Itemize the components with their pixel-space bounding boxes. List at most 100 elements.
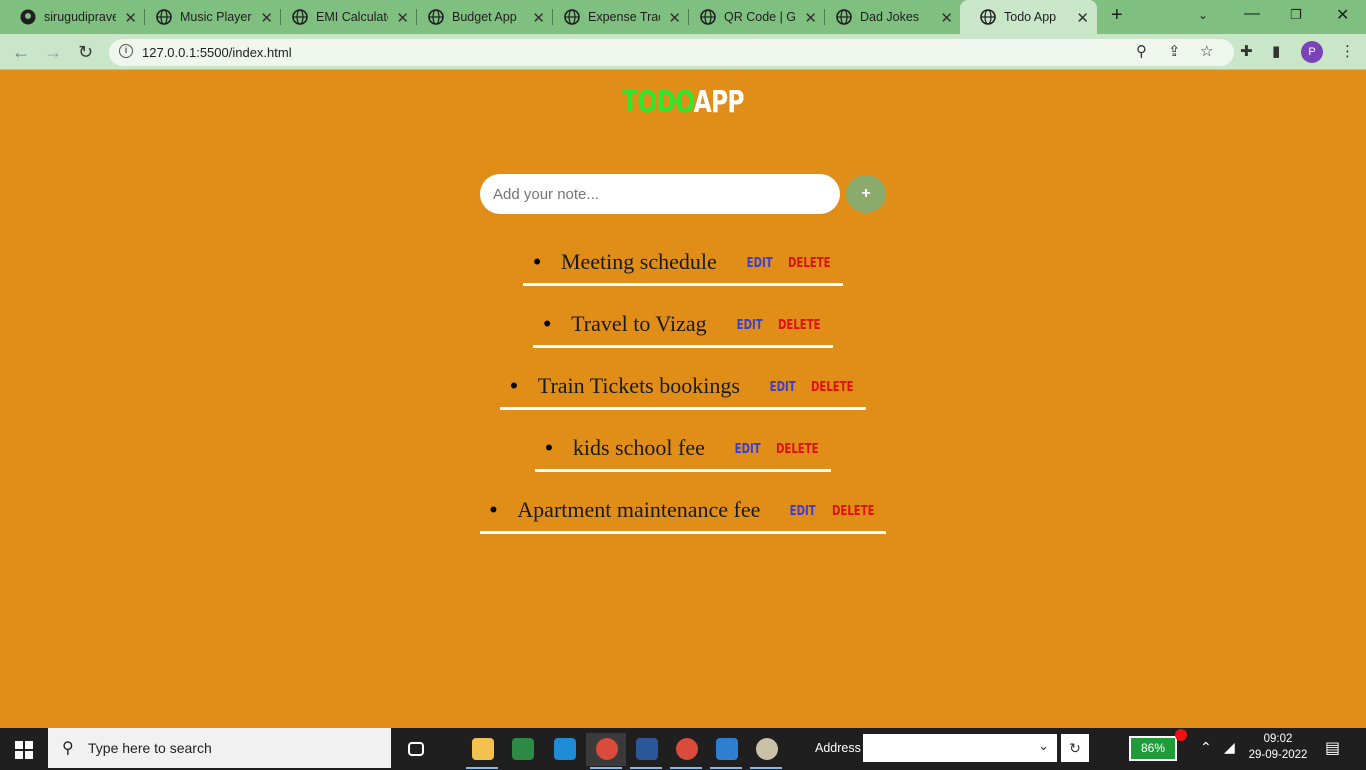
edit-button[interactable]: EDIT bbox=[736, 310, 762, 340]
todo-row: • Travel to Vizag EDIT DELETE bbox=[0, 304, 1366, 366]
note-input[interactable] bbox=[480, 174, 840, 214]
list-item: • kids school fee EDIT DELETE bbox=[535, 428, 831, 472]
chrome-icon bbox=[676, 738, 698, 760]
app-title: TODOAPP bbox=[150, 85, 1215, 120]
globe-icon bbox=[564, 9, 580, 25]
add-note-button[interactable]: + bbox=[846, 175, 886, 213]
bullet-icon: • bbox=[545, 435, 553, 460]
minimize-icon[interactable]: — bbox=[1244, 5, 1260, 23]
address-bar[interactable]: i 127.0.0.1:5500/index.html bbox=[109, 39, 1234, 66]
tab-title: Dad Jokes bbox=[860, 10, 920, 24]
globe-icon bbox=[292, 9, 308, 25]
tab-title: Music Player bbox=[180, 10, 252, 24]
delete-button[interactable]: DELETE bbox=[778, 310, 821, 340]
zoom-icon[interactable]: ⚲ bbox=[1136, 42, 1147, 60]
extensions-icon[interactable]: ✚ bbox=[1240, 42, 1253, 60]
restore-icon[interactable]: ❐ bbox=[1290, 7, 1302, 23]
tab-todo-app[interactable]: Todo App ✕ bbox=[960, 0, 1097, 34]
taskbar-excel[interactable] bbox=[502, 733, 542, 766]
site-info-icon[interactable]: i bbox=[119, 44, 133, 58]
app-title-todo: TODO bbox=[622, 85, 694, 120]
list-item: • Meeting schedule EDIT DELETE bbox=[523, 242, 843, 286]
bullet-icon: • bbox=[543, 311, 552, 336]
side-panel-icon[interactable]: ▮ bbox=[1272, 42, 1280, 60]
bullet-icon: • bbox=[533, 249, 541, 274]
bookmark-star-icon[interactable]: ☆ bbox=[1200, 42, 1213, 60]
taskbar-photos[interactable] bbox=[706, 733, 746, 769]
chrome-icon bbox=[596, 738, 618, 760]
folder-icon bbox=[472, 738, 494, 760]
delete-button[interactable]: DELETE bbox=[832, 496, 875, 526]
forward-icon[interactable]: → bbox=[44, 42, 62, 63]
profile-avatar[interactable]: P bbox=[1301, 41, 1323, 63]
todo-text: Apartment maintenance fee bbox=[517, 497, 761, 522]
tab-github[interactable]: sirugudipraveen ✕ bbox=[0, 0, 145, 34]
tab-title: sirugudipraveen bbox=[44, 10, 116, 24]
tab-title: Budget App bbox=[452, 10, 517, 24]
battery-alert-icon bbox=[1175, 729, 1187, 741]
globe-icon bbox=[836, 9, 852, 25]
chevron-down-icon[interactable]: ⌄ bbox=[1038, 738, 1049, 754]
todo-text: Train Tickets bookings bbox=[537, 373, 740, 398]
tab-expense-tracker[interactable]: Expense Tracker ✕ bbox=[544, 0, 689, 34]
delete-button[interactable]: DELETE bbox=[776, 434, 819, 464]
taskbar-chrome-active[interactable] bbox=[586, 733, 626, 769]
taskbar-vscode[interactable] bbox=[544, 733, 584, 766]
globe-icon bbox=[980, 9, 996, 25]
github-icon bbox=[20, 9, 36, 25]
new-tab-icon[interactable]: + bbox=[1111, 4, 1123, 27]
taskbar-file-explorer[interactable] bbox=[462, 733, 502, 769]
globe-icon bbox=[428, 9, 444, 25]
bullet-icon: • bbox=[510, 373, 518, 398]
todo-row: • Train Tickets bookings EDIT DELETE bbox=[0, 366, 1366, 428]
battery-indicator[interactable]: 86% bbox=[1129, 736, 1177, 761]
share-icon[interactable]: ⇪ bbox=[1168, 42, 1181, 60]
taskbar-word[interactable] bbox=[626, 733, 666, 769]
tab-title: EMI Calculator bbox=[316, 10, 388, 24]
browser-tab-strip: sirugudipraveen ✕ Music Player ✕ EMI Cal… bbox=[0, 0, 1366, 34]
windows-start-icon[interactable] bbox=[15, 741, 33, 759]
list-item: • Travel to Vizag EDIT DELETE bbox=[533, 304, 833, 348]
edit-button[interactable]: EDIT bbox=[735, 434, 761, 464]
taskbar-chrome-profile[interactable] bbox=[666, 733, 706, 769]
back-icon[interactable]: ← bbox=[12, 42, 30, 63]
tab-budget-app[interactable]: Budget App ✕ bbox=[408, 0, 553, 34]
address-toolbar-input[interactable]: ⌄ bbox=[863, 734, 1057, 762]
bullet-icon: • bbox=[489, 497, 498, 522]
todo-text: kids school fee bbox=[572, 435, 705, 460]
close-window-icon[interactable]: ✕ bbox=[1336, 5, 1349, 25]
delete-button[interactable]: DELETE bbox=[788, 248, 831, 278]
notifications-icon[interactable]: ▤ bbox=[1325, 738, 1340, 758]
close-icon[interactable]: ✕ bbox=[940, 9, 953, 27]
url-text[interactable]: 127.0.0.1:5500/index.html bbox=[142, 45, 292, 60]
taskbar-paint[interactable] bbox=[746, 733, 786, 769]
todo-row: • Meeting schedule EDIT DELETE bbox=[0, 242, 1366, 304]
chevron-up-icon[interactable]: ⌃ bbox=[1200, 739, 1212, 756]
spreadsheet-icon bbox=[512, 738, 534, 760]
search-placeholder: Type here to search bbox=[88, 740, 212, 756]
delete-button[interactable]: DELETE bbox=[811, 372, 854, 402]
todo-app-page: TODOAPP + • Meeting schedule EDIT DELETE… bbox=[0, 71, 1366, 728]
todo-text: Meeting schedule bbox=[560, 249, 717, 274]
tab-dad-jokes[interactable]: Dad Jokes ✕ bbox=[816, 0, 961, 34]
tab-search-icon[interactable]: ⌄ bbox=[1198, 8, 1208, 22]
edit-button[interactable]: EDIT bbox=[770, 372, 796, 402]
app-title-app: APP bbox=[693, 85, 745, 120]
clock[interactable]: 09:02 29-09-2022 bbox=[1244, 731, 1312, 763]
tab-music-player[interactable]: Music Player ✕ bbox=[136, 0, 281, 34]
menu-icon[interactable]: ⋮ bbox=[1340, 42, 1355, 60]
tab-emi-calculator[interactable]: EMI Calculator ✕ bbox=[272, 0, 417, 34]
edit-button[interactable]: EDIT bbox=[746, 248, 772, 278]
tab-qr-code[interactable]: QR Code | Generator ✕ bbox=[680, 0, 825, 34]
wifi-icon[interactable]: ◢ bbox=[1224, 739, 1235, 756]
close-icon[interactable]: ✕ bbox=[1076, 9, 1089, 27]
edit-button[interactable]: EDIT bbox=[790, 496, 816, 526]
address-toolbar-label: Address bbox=[815, 741, 861, 755]
task-view-icon bbox=[408, 742, 424, 756]
vscode-icon bbox=[554, 738, 576, 760]
task-view-button[interactable] bbox=[396, 733, 436, 766]
taskbar-search[interactable]: ⚲ Type here to search bbox=[48, 728, 391, 768]
list-item: • Apartment maintenance fee EDIT DELETE bbox=[479, 490, 887, 534]
reload-icon[interactable]: ↻ bbox=[78, 42, 93, 63]
address-go-icon[interactable]: ↻ bbox=[1061, 734, 1089, 762]
